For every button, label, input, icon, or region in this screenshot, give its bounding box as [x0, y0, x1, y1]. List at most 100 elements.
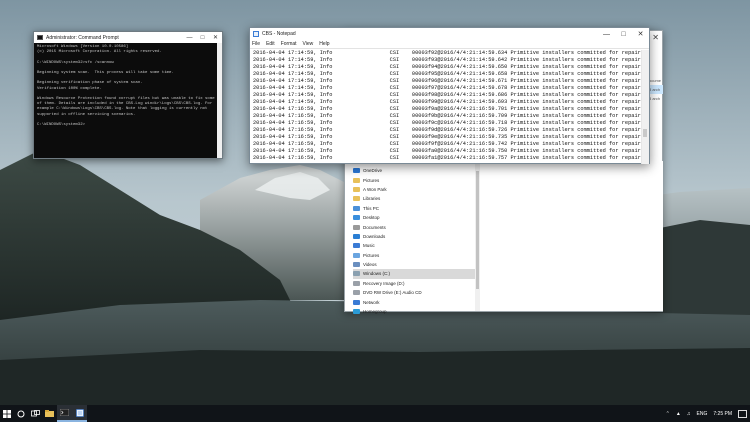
folder-icon — [353, 177, 360, 183]
detail-label[interactable]: 8 arch — [649, 94, 663, 103]
menu-file[interactable]: File — [252, 41, 260, 47]
notepad-app-icon — [253, 31, 259, 37]
nav-item[interactable]: Libraries — [353, 194, 477, 203]
nav-item-label: Homegroup — [363, 309, 387, 315]
explorer-details-column: ocume 8 arch 8 arch — [649, 76, 663, 103]
nav-item-label: Pictures — [363, 177, 380, 183]
explorer-content-area[interactable] — [481, 161, 663, 311]
log-line: 2016-04-04 17:14:59, Info CSI 00003f93@2… — [253, 57, 641, 63]
log-line: 2016-04-04 17:16:59, Info CSI 00003fa1@2… — [253, 155, 641, 161]
command-prompt-window[interactable]: Administrator: Command Prompt — □ ✕ Micr… — [33, 31, 223, 159]
computer-icon — [353, 205, 360, 211]
scrollbar-thumb[interactable] — [476, 171, 479, 289]
close-icon[interactable]: ✕ — [209, 32, 222, 43]
nav-item-label: Recovery Image (D:) — [363, 280, 405, 286]
log-line: 2016-04-04 17:14:59, Info CSI 00003f98@2… — [253, 92, 641, 98]
nav-item[interactable]: Documents — [353, 222, 477, 231]
notepad-title-bar[interactable]: CBS - Notepad — □ ✕ — [250, 28, 649, 40]
log-line: 2016-04-04 17:16:59, Info CSI 00003f9b@2… — [253, 113, 641, 119]
nav-item[interactable]: DVD RW Drive (E:) Audio CD — [353, 288, 477, 297]
nav-item[interactable]: A Won Park — [353, 185, 477, 194]
nav-item[interactable]: This PC — [353, 204, 477, 213]
nav-item-label: DVD RW Drive (E:) Audio CD — [363, 290, 422, 296]
notepad-window[interactable]: CBS - Notepad — □ ✕ File Edit Format Vie… — [249, 27, 650, 164]
language-indicator[interactable]: ENG — [697, 411, 708, 417]
nav-item-label: A Won Park — [363, 186, 387, 192]
log-line: 2016-04-04 17:16:59, Info CSI 00003f9e@2… — [253, 134, 641, 140]
menu-help[interactable]: Help — [319, 41, 329, 47]
videos-icon — [353, 262, 360, 268]
cmd-title-bar[interactable]: Administrator: Command Prompt — □ ✕ — [34, 32, 222, 43]
nav-item-label: Windows (C:) — [363, 271, 391, 277]
nav-item[interactable]: Pictures — [353, 251, 477, 260]
notepad-taskbar-icon[interactable] — [72, 405, 87, 422]
menu-edit[interactable]: Edit — [266, 41, 275, 47]
log-line: 2016-04-04 17:14:59, Info CSI 00003f99@2… — [253, 99, 641, 105]
nav-item[interactable]: Homegroup — [353, 307, 477, 316]
task-view-icon[interactable] — [28, 405, 42, 422]
drive-icon — [353, 271, 360, 277]
volume-icon[interactable]: ♫ — [687, 411, 691, 417]
nav-item-label: Music — [363, 243, 375, 249]
console-line: example C:\Windows\Logs\CBS\CBS.log. Not… — [37, 107, 208, 112]
windows-start-icon[interactable] — [0, 405, 14, 422]
menu-view[interactable]: View — [303, 41, 314, 47]
nav-item[interactable]: Windows (C:) — [353, 269, 477, 279]
detail-label[interactable]: 8 arch — [649, 85, 663, 94]
cmd-window-title: Administrator: Command Prompt — [46, 34, 119, 41]
log-line: 2016-04-04 17:14:59, Info CSI 00003f94@2… — [253, 64, 641, 70]
cd-drive-icon — [353, 290, 360, 296]
log-line: 2016-04-04 17:14:59, Info CSI 00003f95@2… — [253, 71, 641, 77]
log-line: 2016-04-04 17:14:59, Info CSI 00003f96@2… — [253, 78, 641, 84]
notepad-window-title: CBS - Notepad — [262, 31, 296, 37]
nav-item[interactable]: Music — [353, 241, 477, 250]
nav-item[interactable]: OneDrive — [353, 166, 477, 175]
music-icon — [353, 243, 360, 249]
maximize-icon[interactable]: □ — [196, 32, 209, 43]
nav-item[interactable]: Desktop — [353, 213, 477, 222]
nav-item-label: Downloads — [363, 233, 386, 239]
minimize-icon[interactable]: — — [183, 32, 196, 43]
action-center-icon[interactable] — [738, 409, 747, 418]
cmd-console-output[interactable]: Microsoft Windows [Version 10.0.10586] (c… — [34, 43, 222, 159]
nav-item[interactable]: Videos — [353, 260, 477, 269]
network-icon[interactable]: ▲ — [676, 411, 681, 417]
close-icon[interactable]: ✕ — [652, 33, 659, 42]
console-line: C:\WINDOWS\system32> — [37, 122, 86, 127]
explorer-taskbar-icon[interactable] — [42, 405, 57, 422]
clock[interactable]: 7:25 PM — [713, 411, 732, 417]
scrollbar-thumb[interactable] — [643, 129, 647, 137]
cmd-app-icon — [37, 35, 43, 40]
cmd-scrollbar[interactable] — [217, 43, 222, 158]
log-line: 2016-04-04 17:16:59, Info CSI 00003f9a@2… — [253, 106, 641, 112]
menu-format[interactable]: Format — [281, 41, 297, 47]
nav-item[interactable]: Pictures — [353, 175, 477, 184]
user-folder-icon — [353, 186, 360, 192]
show-hidden-icons-icon[interactable]: ⌃ — [666, 411, 670, 417]
navigation-pane: OneDrive Pictures A Won Park Libraries This … — [353, 166, 477, 316]
onedrive-icon — [353, 168, 360, 174]
search-circle-icon[interactable] — [14, 405, 28, 422]
maximize-icon[interactable]: □ — [615, 28, 632, 40]
homegroup-icon — [353, 309, 360, 315]
nav-item-label: Desktop — [363, 215, 380, 221]
nav-item-label: OneDrive — [363, 168, 383, 174]
cmd-taskbar-icon[interactable] — [57, 405, 72, 422]
close-icon[interactable]: ✕ — [632, 28, 649, 40]
nav-item[interactable]: Network — [353, 297, 477, 306]
nav-item-label: Pictures — [363, 252, 380, 258]
nav-item-label: Documents — [363, 224, 386, 230]
minimize-icon[interactable]: — — [598, 28, 615, 40]
nav-item-label: This PC — [363, 205, 380, 211]
nav-item-label: Libraries — [363, 196, 381, 202]
notepad-text-area[interactable]: 2016-04-04 17:14:59, Info CSI 00003f92@2… — [253, 50, 641, 163]
taskbar: ⌃ ▲ ♫ ENG 7:25 PM — [0, 405, 750, 422]
nav-item[interactable]: Recovery Image (D:) — [353, 279, 477, 288]
libraries-icon — [353, 196, 360, 202]
desktop-icon — [353, 215, 360, 221]
nav-item-label: Network — [363, 299, 380, 305]
system-tray: ⌃ ▲ ♫ ENG 7:25 PM — [663, 405, 750, 422]
download-icon — [353, 233, 360, 239]
notepad-scrollbar[interactable] — [641, 50, 649, 164]
nav-item[interactable]: Downloads — [353, 232, 477, 241]
